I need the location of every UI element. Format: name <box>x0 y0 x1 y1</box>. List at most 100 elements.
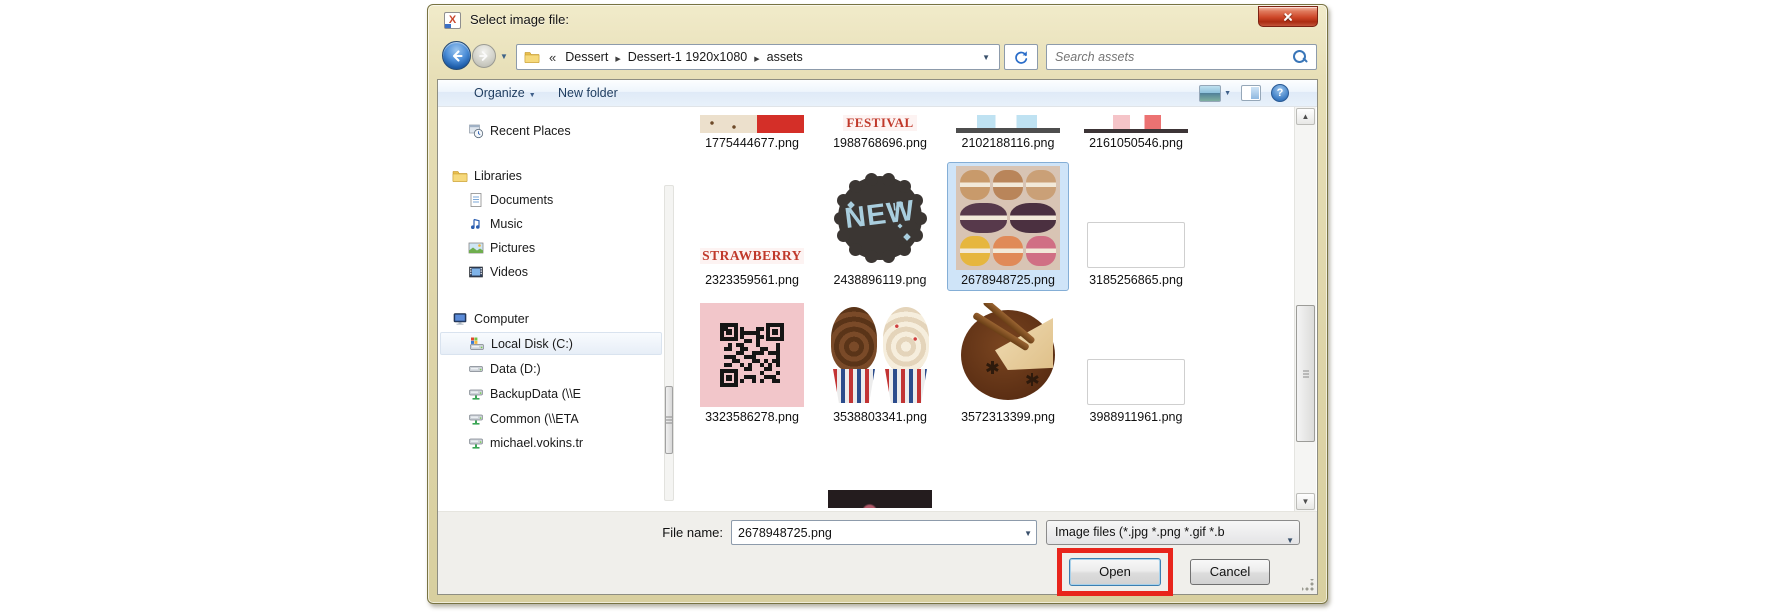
file-tile-2161050546.png[interactable]: 2161050546.png <box>1075 111 1197 154</box>
file-tile-3572313399.png[interactable]: 3572313399.png <box>947 299 1069 428</box>
file-tile-partial[interactable] <box>819 486 941 511</box>
file-tile-1775444677.png[interactable]: 1775444677.png <box>691 111 813 154</box>
file-tile-1988768696.png[interactable]: FESTIVAL 1988768696.png <box>819 111 941 154</box>
sidebar-item-music[interactable]: Music <box>440 212 662 235</box>
help-button[interactable]: ? <box>1271 84 1289 102</box>
preview-pane-button[interactable] <box>1241 85 1261 101</box>
sidebar-scrollbar[interactable] <box>664 185 674 501</box>
file-tile-2678948725.png[interactable]: 2678948725.png <box>947 162 1069 291</box>
scrollbar-grip-icon <box>666 417 672 424</box>
file-name-label: 2323359561.png <box>705 273 799 287</box>
open-button[interactable]: Open <box>1069 558 1161 586</box>
file-list-scrollbar[interactable]: ▲ ▼ <box>1294 107 1316 511</box>
file-thumbnail <box>700 303 804 407</box>
file-name-label: File name: <box>588 525 723 540</box>
sidebar-item-documents[interactable]: Documents <box>440 188 662 211</box>
content-area: Recent Places LibrariesDocumentsMusic Pict… <box>438 107 1317 511</box>
breadcrumb-separator-icon: ▶ <box>615 56 620 63</box>
change-view-button[interactable]: ▼ <box>1199 85 1231 102</box>
sidebar-item-computer[interactable]: Computer <box>440 307 662 330</box>
sidebar-item-michael-vokins-tr[interactable]: michael.vokins.tr <box>440 431 662 454</box>
file-thumbnail: NEWIN <box>828 166 932 270</box>
magnifier-icon[interactable] <box>1293 50 1307 64</box>
change-view-icon <box>1199 85 1221 102</box>
select-image-file-dialog: X Select image file: ▼ « Dessert▶Dessert… <box>427 4 1328 604</box>
close-icon <box>1282 11 1294 23</box>
sidebar-item-backupdata-e[interactable]: BackupData (\\E <box>440 382 662 405</box>
forward-button[interactable] <box>472 44 496 68</box>
forward-arrow-icon <box>477 49 491 63</box>
breadcrumb-segment[interactable]: Dessert <box>560 48 613 66</box>
recent-places-icon <box>468 123 484 139</box>
sidebar-item-data-d[interactable]: Data (D:) <box>440 357 662 380</box>
documents-icon <box>468 192 484 208</box>
dialog-title: Select image file: <box>470 12 569 27</box>
file-thumbnail <box>956 115 1060 133</box>
chevron-down-icon: ▼ <box>1224 90 1231 97</box>
file-list-scrollbar-thumb[interactable] <box>1296 305 1315 442</box>
client-area: Organize▼ New folder ▼ ? Recent Places Li… <box>437 79 1318 595</box>
file-name-label: 1988768696.png <box>833 136 927 150</box>
search-input[interactable] <box>1055 46 1275 68</box>
file-thumbnail <box>700 115 804 133</box>
file-tile-2438896119.png[interactable]: NEWIN 2438896119.png <box>819 162 941 291</box>
refresh-button[interactable] <box>1004 44 1038 70</box>
sidebar-item-label: Data (D:) <box>490 362 541 376</box>
file-tile-3988911961.png[interactable]: 3988911961.png <box>1075 299 1197 428</box>
file-name-label: 2161050546.png <box>1089 136 1183 150</box>
file-type-dropdown[interactable]: Image files (*.jpg *.png *.gif *.b▼ <box>1046 520 1300 545</box>
pictures-icon <box>468 240 484 256</box>
cancel-button[interactable]: Cancel <box>1190 559 1270 585</box>
file-name-label: 3538803341.png <box>833 410 927 424</box>
file-tile-3323586278.png[interactable]: 3323586278.png <box>691 299 813 428</box>
back-arrow-icon <box>449 48 465 64</box>
navigation-pane: Recent Places LibrariesDocumentsMusic Pict… <box>438 107 680 511</box>
file-tile-3185256865.png[interactable]: 3185256865.png <box>1075 162 1197 291</box>
organize-menu-button[interactable]: Organize▼ <box>466 80 544 106</box>
thumbnail-text: STRAWBERRY <box>700 248 804 264</box>
file-name-label: 1775444677.png <box>705 136 799 150</box>
scrollbar-grip-icon <box>1303 370 1309 377</box>
thumbnail-text: FESTIVAL <box>843 115 916 131</box>
address-dropdown-icon[interactable]: ▼ <box>977 53 995 62</box>
sidebar-scrollbar-thumb[interactable] <box>665 386 673 454</box>
sidebar-item-recent-places[interactable]: Recent Places <box>440 119 662 142</box>
file-thumbnail <box>956 303 1060 407</box>
file-thumbnail: STRAWBERRY <box>700 166 804 270</box>
data-disk-icon <box>468 361 484 377</box>
breadcrumb-collapse[interactable]: « <box>549 50 556 65</box>
help-icon: ? <box>1271 84 1289 102</box>
computer-icon <box>452 311 468 327</box>
breadcrumb-segment[interactable]: Dessert-1 1920x1080 <box>623 48 753 66</box>
file-name-label: 2102188116.png <box>962 136 1055 150</box>
command-toolbar: Organize▼ New folder ▼ ? <box>438 80 1317 107</box>
file-tile-3538803341.png[interactable]: 3538803341.png <box>819 299 941 428</box>
sidebar-item-common-eta[interactable]: Common (\\ETA <box>440 407 662 430</box>
title-bar[interactable]: X Select image file: <box>428 5 1327 35</box>
navigation-band: ▼ « Dessert▶Dessert-1 1920x1080▶assets ▼ <box>428 35 1327 79</box>
new-folder-button[interactable]: New folder <box>550 80 626 106</box>
scroll-up-icon[interactable]: ▲ <box>1296 108 1315 125</box>
file-name-label: 2678948725.png <box>961 273 1055 287</box>
file-name-input[interactable] <box>738 522 1008 543</box>
file-name-label: 3988911961.png <box>1090 410 1183 424</box>
sidebar-item-label: Computer <box>474 312 529 326</box>
back-button[interactable] <box>442 41 471 70</box>
address-bar[interactable]: « Dessert▶Dessert-1 1920x1080▶assets ▼ <box>516 44 1000 70</box>
sidebar-item-videos[interactable]: Videos <box>440 260 662 283</box>
file-name-label: 2438896119.png <box>834 273 927 287</box>
close-button[interactable] <box>1258 6 1318 27</box>
dialog-x-icon: X <box>444 12 461 29</box>
scroll-down-icon[interactable]: ▼ <box>1296 493 1315 510</box>
resize-grip[interactable] <box>1302 579 1314 591</box>
breadcrumb-segment[interactable]: assets <box>762 48 808 66</box>
recent-pages-chevron-icon[interactable]: ▼ <box>500 52 508 61</box>
file-name-dropdown-icon[interactable]: ▼ <box>1024 529 1032 538</box>
sidebar-item-label: Pictures <box>490 241 535 255</box>
file-tile-2102188116.png[interactable]: 2102188116.png <box>947 111 1069 154</box>
sidebar-item-pictures[interactable]: Pictures <box>440 236 662 259</box>
file-tile-2323359561.png[interactable]: STRAWBERRY 2323359561.png <box>691 162 813 291</box>
sidebar-item-local-disk-c[interactable]: Local Disk (C:) <box>440 332 662 355</box>
refresh-icon <box>1013 49 1029 65</box>
sidebar-item-libraries[interactable]: Libraries <box>440 164 662 187</box>
